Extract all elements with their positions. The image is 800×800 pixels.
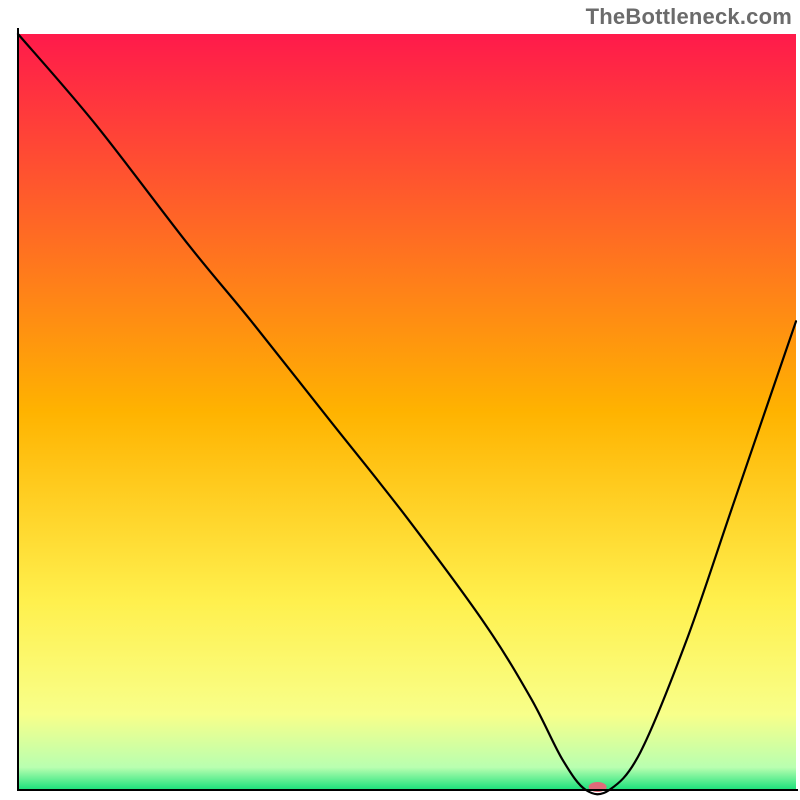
plot-background [18,34,796,790]
chart-svg [0,0,800,800]
chart-container: TheBottleneck.com [0,0,800,800]
